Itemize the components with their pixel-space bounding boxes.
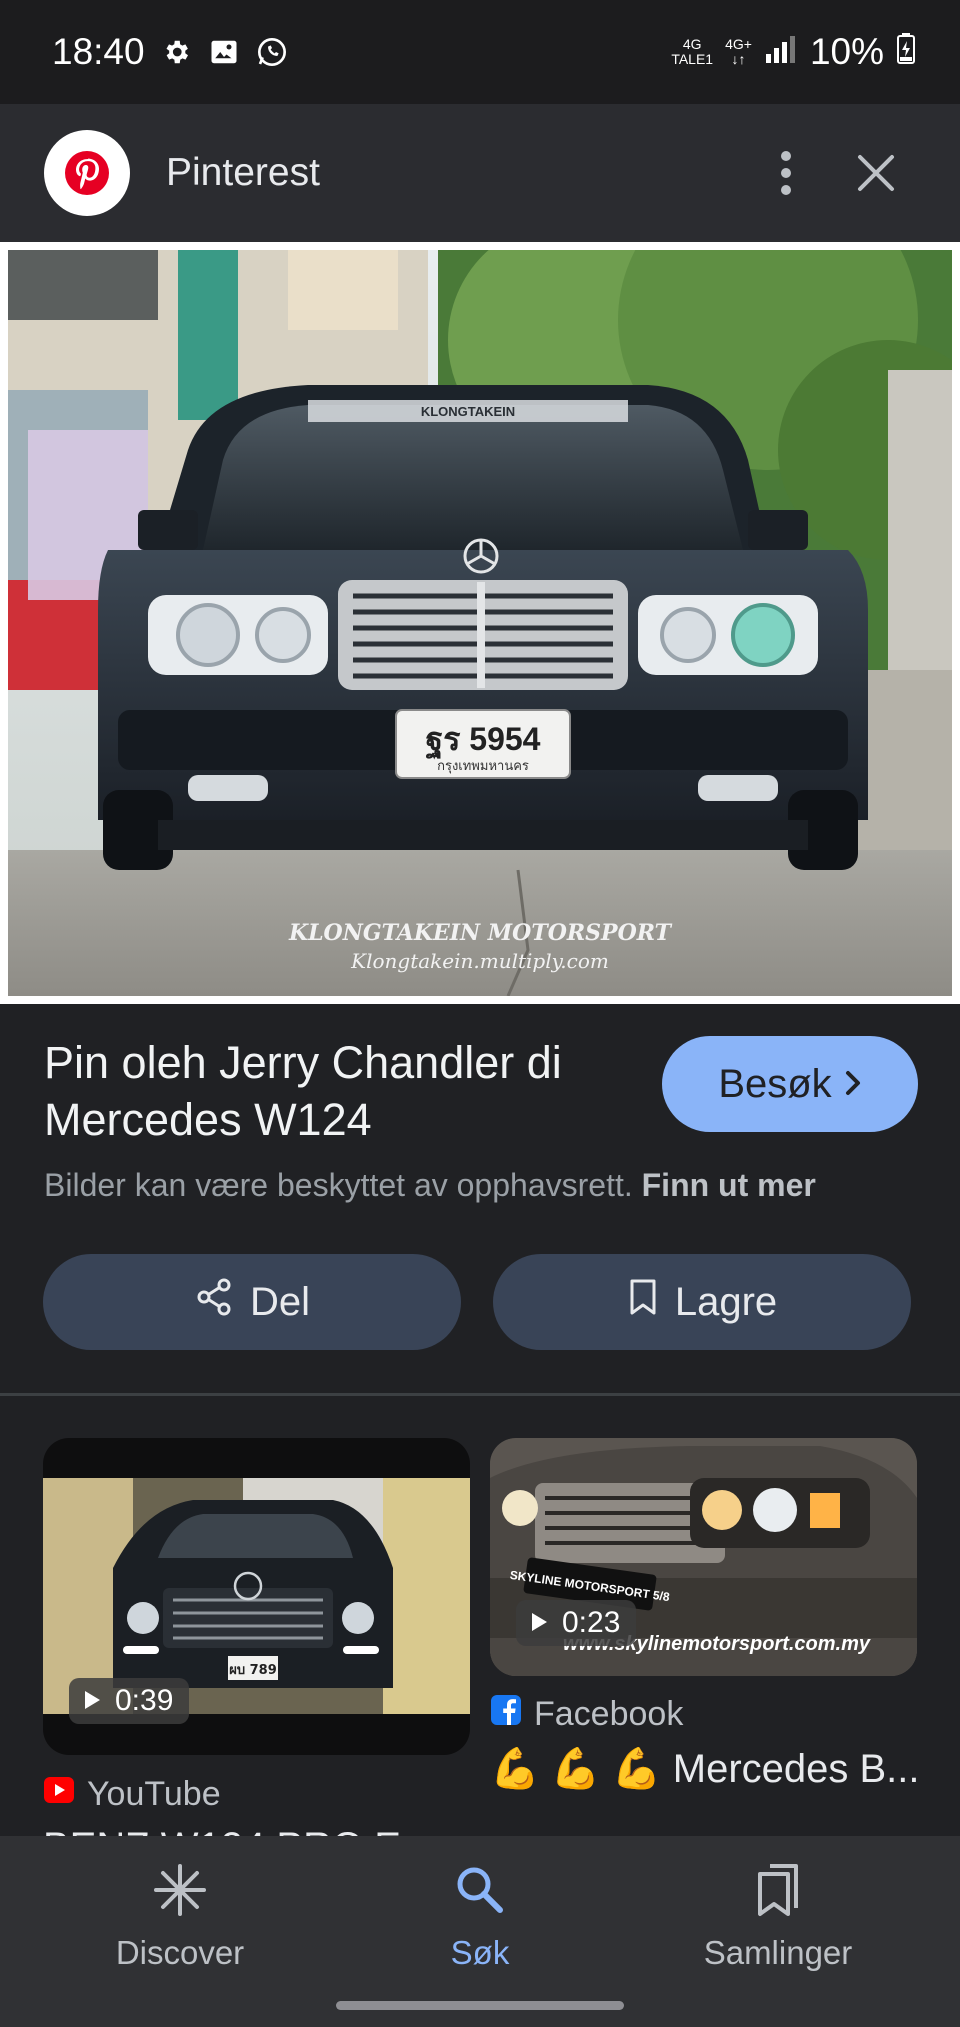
video-duration-badge-1: 0:39 [69,1678,190,1724]
play-icon [83,1684,101,1718]
result-source-2[interactable]: Facebook [490,1694,683,1735]
section-divider [0,1393,960,1396]
source-name: Facebook [534,1695,684,1733]
result-source-1[interactable]: YouTube [43,1774,221,1815]
network-type-label-2: 4G+ [725,36,752,52]
battery-charging-icon [896,31,916,73]
network-indicator-2: 4G+ ↓↑ [725,37,752,67]
bottom-navigation: Discover Søk Samlinger [0,1836,960,2027]
battery-percent: 10% [809,31,884,72]
nav-collections-label: Samlinger [703,1934,853,1971]
copyright-notice: Bilder kan være beskyttet av opphavsrett… [44,1167,816,1204]
result-title-text: BENZ W124 PRO E [43,1825,401,1836]
status-right: 4G TALE1 4G+ ↓↑ 10% [671,31,916,73]
play-icon [530,1606,548,1640]
chevron-right-icon [844,1062,862,1107]
network-indicator-1: 4G TALE1 [671,37,713,67]
whatsapp-icon [255,35,289,69]
network-type-label: 4G [682,36,702,52]
windshield-banner-text: KLONGTAKEIN [421,404,515,419]
visit-button-label: Besøk [718,1061,832,1106]
status-left: 18:40 [52,31,289,73]
result-title-1[interactable]: BENZ W124 PRO E [43,1825,401,1836]
save-button-label: Lagre [674,1279,778,1324]
close-icon[interactable] [836,133,916,213]
facebook-icon [490,1694,522,1735]
result-title-2[interactable]: 💪 💪 💪 Mercedes B... [490,1745,920,1792]
youtube-icon [43,1774,75,1815]
nav-search[interactable]: Søk [360,1862,600,1972]
bookmark-icon [627,1277,659,1327]
learn-more-link[interactable]: Finn ut mer [642,1167,816,1203]
more-options-icon[interactable] [746,133,826,213]
asterisk-icon [152,1862,208,1926]
gallery-icon [207,35,241,69]
nav-discover[interactable]: Discover [60,1862,300,1972]
pinterest-logo-icon [44,130,130,216]
result-1-plate: ผบ 789 [229,1663,277,1678]
viewer-header: Pinterest [0,104,960,242]
home-indicator[interactable] [336,2001,624,2010]
video-duration: 0:39 [115,1684,174,1717]
watermark-line-1: KLONGTAKEIN MOTORSPORT [288,920,673,946]
status-time: 18:40 [52,31,145,72]
network-carrier-label: TALE1 [671,51,714,67]
nav-discover-label: Discover [115,1934,245,1971]
pin-image[interactable]: KLONGTAKEIN ฐร 5954 กรุงเทพมหานคร KLONGT… [0,242,960,1004]
nav-search-label: Søk [450,1934,510,1971]
data-arrows-icon: ↓↑ [731,51,746,67]
visit-button[interactable]: Besøk [662,1036,918,1132]
save-button[interactable]: Lagre [493,1254,911,1350]
video-duration-badge-2: 0:23 [516,1600,637,1646]
share-button-label: Del [249,1279,311,1324]
status-bar: 18:40 4G TALE1 4G+ ↓↑ 10% [0,0,960,104]
share-button[interactable]: Del [43,1254,461,1350]
copyright-text: Bilder kan være beskyttet av opphavsrett… [44,1167,633,1203]
result-thumbnail-1[interactable]: ผบ 789 0:39 [43,1438,470,1755]
watermark-line-2: Klongtakein.multiply.com [350,949,609,973]
share-icon [194,1277,234,1327]
plate-number: ฐร 5954 [426,721,541,760]
signal-icon [764,31,798,73]
site-title: Pinterest [166,151,320,194]
nav-collections[interactable]: Samlinger [658,1862,898,1972]
result-title-text: 💪 💪 💪 Mercedes B... [490,1747,920,1791]
result-thumbnail-2[interactable]: SKYLINE MOTORSPORT 5/8 www.skylinemotors… [490,1438,917,1676]
search-icon [452,1862,508,1926]
collections-icon [750,1862,806,1926]
pin-image-mercedes: KLONGTAKEIN ฐร 5954 กรุงเทพมหานคร KLONGT… [8,250,952,996]
video-duration: 0:23 [562,1606,621,1639]
source-name: YouTube [87,1775,221,1813]
settings-gear-icon [159,35,193,69]
pin-title: Pin oleh Jerry Chandler di Mercedes W124 [44,1037,562,1145]
plate-city: กรุงเทพมหานคร [437,759,529,774]
